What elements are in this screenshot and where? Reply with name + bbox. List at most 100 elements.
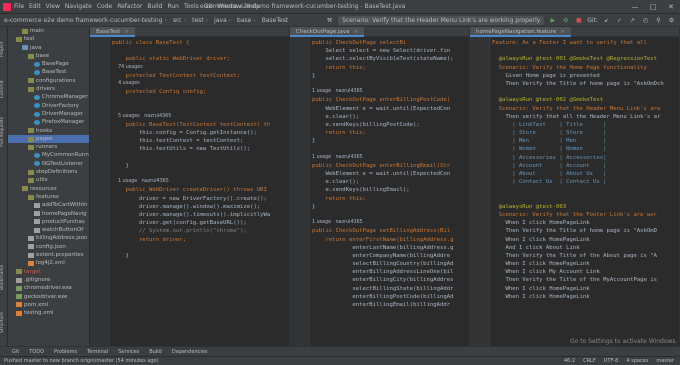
tree-item[interactable]: FirefoxManager — [8, 118, 89, 126]
tree-item[interactable]: utils — [8, 176, 89, 184]
menu-build[interactable]: Build — [147, 3, 162, 10]
tree-item[interactable]: BaseTest — [8, 68, 89, 76]
indent-setting[interactable]: 4 spaces — [626, 358, 648, 364]
breadcrumb-item[interactable]: BaseTest — [262, 17, 288, 24]
tab-homepage-navigation-feature[interactable]: homePageNavigation.feature × — [470, 27, 571, 37]
editor-feature[interactable]: homePageNavigation.feature × Feature: As … — [470, 27, 680, 346]
tool-problems[interactable]: Problems — [54, 349, 77, 355]
tree-item[interactable]: DriverManager — [8, 110, 89, 118]
menu-edit[interactable]: Edit — [29, 3, 41, 10]
push-icon[interactable]: ↗ — [628, 16, 637, 25]
tree-item[interactable]: geckodriver.exe — [8, 293, 89, 301]
tree-item[interactable]: MyCommonRunner — [8, 151, 89, 159]
tree-item[interactable]: .gitignore — [8, 276, 89, 284]
tree-item[interactable]: main — [8, 27, 89, 35]
menu-tools[interactable]: Tools — [184, 3, 199, 10]
breadcrumb-item[interactable]: base — [237, 17, 251, 24]
menu-file[interactable]: File — [14, 3, 24, 10]
search-icon[interactable]: ⚲ — [654, 16, 663, 25]
tool-tab-structure[interactable]: Structure — [0, 303, 8, 343]
tree-item[interactable]: pages — [8, 134, 89, 144]
tree-item[interactable]: extent.properties — [8, 251, 89, 259]
close-icon[interactable]: ✕ — [662, 3, 680, 11]
tool-tab-pull-requests[interactable]: Pull Requests — [0, 107, 8, 157]
code-area[interactable]: Feature: As a Tester I want to verify th… — [492, 39, 679, 301]
breadcrumb-item[interactable]: java — [214, 17, 227, 24]
debug-icon[interactable]: ⚙ — [561, 16, 570, 25]
tool-tab-project[interactable]: Project — [0, 29, 8, 69]
update-icon[interactable]: ↙ — [602, 16, 611, 25]
close-tab-icon[interactable]: × — [353, 29, 358, 35]
close-tab-icon[interactable]: × — [124, 29, 129, 35]
tree-item[interactable]: target — [8, 268, 89, 276]
tree-item[interactable]: addToCartWithIn — [8, 201, 89, 209]
commit-icon[interactable]: ✓ — [615, 16, 624, 25]
tree-item[interactable]: log4j2.xml — [8, 259, 89, 267]
tree-item[interactable]: chromedriver.exe — [8, 284, 89, 292]
git-branch[interactable]: master — [656, 358, 674, 364]
file-encoding[interactable]: UTF-8 — [604, 358, 619, 364]
close-tab-icon[interactable]: × — [560, 29, 565, 35]
tree-item[interactable]: ChromeManager — [8, 93, 89, 101]
tool-tab-bookmarks[interactable]: Bookmarks — [0, 257, 8, 297]
tree-item[interactable]: testng.xml — [8, 309, 89, 317]
tree-item[interactable]: watchButtonOf — [8, 226, 89, 234]
tool-todo[interactable]: TODO — [29, 349, 44, 355]
line-separator[interactable]: CRLF — [583, 358, 596, 364]
history-icon[interactable]: ◴ — [641, 16, 650, 25]
menu-refactor[interactable]: Refactor — [117, 3, 142, 10]
tree-item[interactable]: hooks — [8, 127, 89, 135]
hammer-icon[interactable]: ⚒ — [325, 16, 334, 25]
tool-git[interactable]: Git — [12, 349, 19, 355]
tree-item-label: BaseTest — [42, 69, 67, 76]
folder-icon — [28, 53, 34, 59]
menu-navigate[interactable]: Navigate — [65, 3, 92, 10]
menu-code[interactable]: Code — [97, 3, 112, 10]
tree-item[interactable]: BasePage — [8, 60, 89, 68]
tree-item[interactable]: billingAddress.json — [8, 234, 89, 242]
tool-dependencies[interactable]: Dependencies — [172, 349, 208, 355]
tree-item[interactable]: pom.xml — [8, 301, 89, 309]
tree-item[interactable]: drivers — [8, 85, 89, 93]
code-line: select.selectByVisibleText(stateName); — [312, 56, 454, 63]
breadcrumb-item[interactable]: e-commerce e2e demo framework-cucumber-t… — [4, 17, 163, 24]
tree-item[interactable]: config.json — [8, 243, 89, 251]
tree-item[interactable]: configurations — [8, 77, 89, 85]
tab-checkoutpage[interactable]: CheckOutPage.java × — [290, 27, 365, 37]
minimize-icon[interactable]: — — [626, 3, 644, 11]
tree-item[interactable]: runners — [8, 143, 89, 151]
code-area[interactable]: public class BaseTest { public static We… — [112, 39, 289, 260]
editor-checkoutpage[interactable]: CheckOutPage.java × public CheckOutPage s… — [290, 27, 470, 346]
tree-item[interactable]: stepDefinitions — [8, 168, 89, 176]
run-icon[interactable]: ▶ — [548, 16, 557, 25]
settings-icon[interactable]: ⚙ — [667, 16, 676, 25]
tree-item[interactable]: test — [8, 35, 89, 43]
tool-tab-commit[interactable]: Commit — [0, 75, 8, 103]
tree-item[interactable]: productPurchas — [8, 218, 89, 226]
caret-position[interactable]: 46:2 — [564, 358, 575, 364]
stop-icon[interactable]: ■ — [574, 16, 583, 25]
tree-item[interactable]: DriverFactory — [8, 102, 89, 110]
menu-view[interactable]: View — [46, 3, 60, 10]
breadcrumb-item[interactable]: test — [192, 17, 204, 24]
code-area[interactable]: public CheckOutPage selectBi Select sele… — [312, 39, 469, 309]
editor-basetest[interactable]: BaseTest × public class BaseTest { public… — [90, 27, 290, 346]
maximize-icon[interactable]: □ — [644, 3, 662, 11]
run-configuration-select[interactable]: Scenario: Verify that the Header Menu Li… — [338, 15, 545, 25]
tab-basetest[interactable]: BaseTest × — [90, 27, 135, 37]
tool-build[interactable]: Build — [149, 349, 162, 355]
tool-services[interactable]: Services — [118, 349, 139, 355]
tree-item[interactable]: resources — [8, 185, 89, 193]
tree-item[interactable]: NGTestListener — [8, 160, 89, 168]
tree-item[interactable]: features — [8, 193, 89, 201]
tool-terminal[interactable]: Terminal — [87, 349, 108, 355]
tree-item[interactable]: base — [8, 52, 89, 60]
tree-item[interactable]: java — [8, 44, 89, 52]
menu-run[interactable]: Run — [167, 3, 179, 10]
code-line: Then verify that all the Header Menu Lin… — [492, 113, 661, 120]
status-message[interactable]: Pushed master to new branch origin/maste… — [4, 358, 159, 364]
breadcrumb-item[interactable]: src — [173, 17, 182, 24]
tree-item[interactable]: homePageNavig — [8, 210, 89, 218]
